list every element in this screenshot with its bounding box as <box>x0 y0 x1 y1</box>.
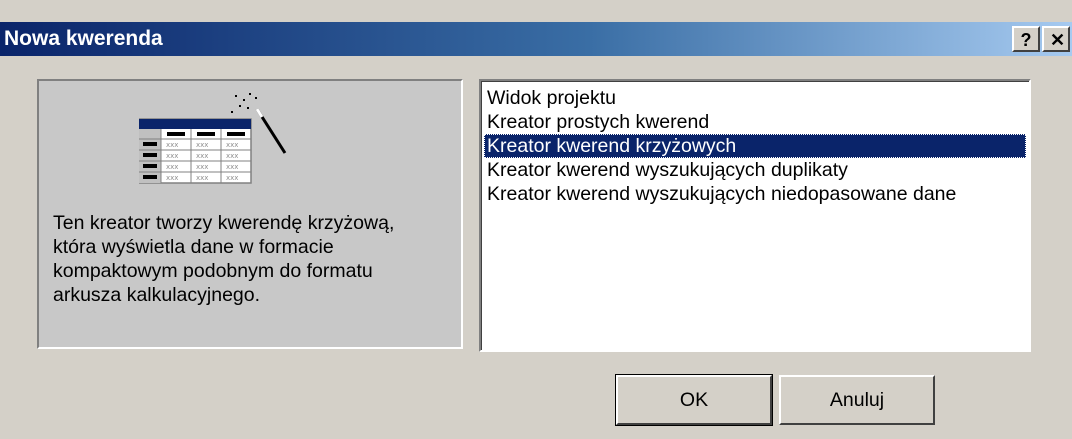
list-item-crosstab-query-wizard[interactable]: Kreator kwerend krzyżowych <box>484 134 1026 158</box>
crosstab-wizard-icon: xxx xxx xxx xxx xxx xxx xxx xxx xxx xxx … <box>139 93 287 184</box>
close-button[interactable]: ✕ <box>1042 26 1070 52</box>
info-panel: xxx xxx xxx xxx xxx xxx xxx xxx xxx xxx … <box>37 79 463 349</box>
list-item-design-view[interactable]: Widok projektu <box>484 86 1026 110</box>
wizard-description: Ten kreator tworzy kwerendę krzyżową, kt… <box>53 212 395 306</box>
illustration-cell-text: xxx <box>166 141 178 149</box>
list-item-find-duplicates-wizard[interactable]: Kreator kwerend wyszukujących duplikaty <box>484 158 1026 182</box>
illustration-cell-text: xxx <box>166 163 178 171</box>
illustration-cell-text: xxx <box>226 174 238 182</box>
cancel-button[interactable]: Anuluj <box>779 375 935 425</box>
query-type-list[interactable]: Widok projektu Kreator prostych kwerend … <box>479 79 1031 352</box>
help-button[interactable]: ? <box>1012 26 1040 52</box>
list-item-find-unmatched-wizard[interactable]: Kreator kwerend wyszukujących niedopasow… <box>484 182 1026 206</box>
illustration-cell-text: xxx <box>226 163 238 171</box>
illustration-cell-text: xxx <box>166 152 178 160</box>
list-item-simple-query-wizard[interactable]: Kreator prostych kwerend <box>484 110 1026 134</box>
illustration-cell-text: xxx <box>196 152 208 160</box>
ok-button[interactable]: OK <box>616 375 772 425</box>
illustration-cell-text: xxx <box>166 174 178 182</box>
illustration-cell-text: xxx <box>196 163 208 171</box>
illustration-cell-text: xxx <box>226 141 238 149</box>
title-bar[interactable]: Nowa kwerenda ? ✕ <box>0 22 1072 56</box>
illustration-cell-text: xxx <box>226 152 238 160</box>
illustration-cell-text: xxx <box>196 141 208 149</box>
illustration-cell-text: xxx <box>196 174 208 182</box>
dialog-title: Nowa kwerenda <box>4 27 163 50</box>
